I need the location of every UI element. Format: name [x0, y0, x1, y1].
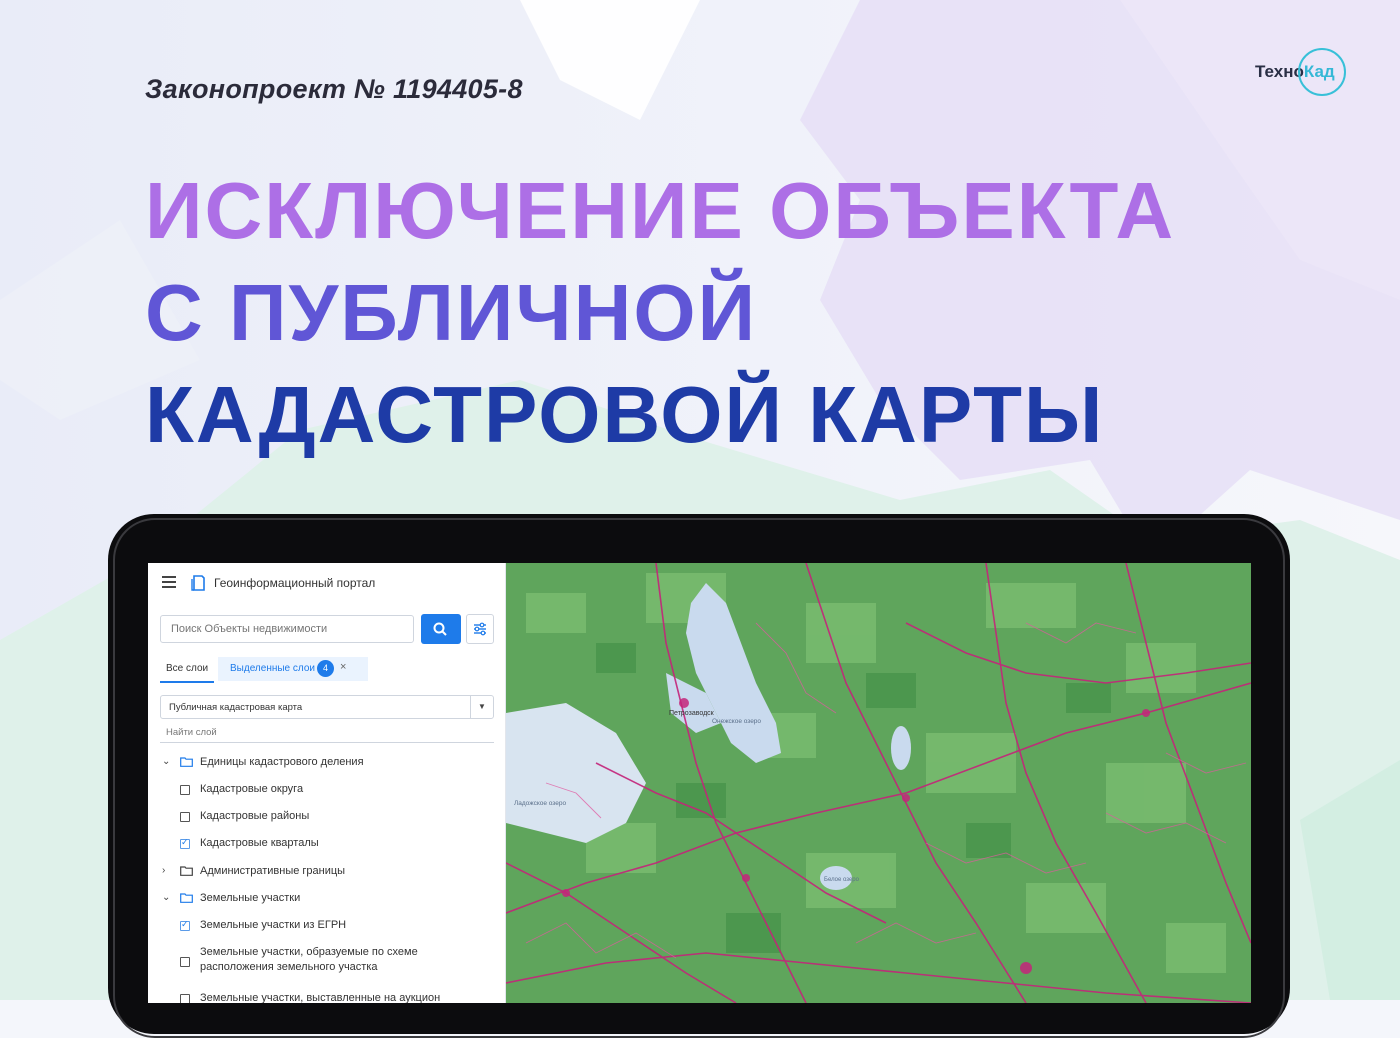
map-label-lake-onega: Онежское озеро	[712, 718, 761, 725]
brand-logo: ТехноКад	[1252, 48, 1352, 98]
portal-header: Геоинформационный портал	[148, 563, 505, 603]
map-label-lake-ladoga: Ладожское озеро	[514, 800, 566, 807]
layer-tabs: Все слои Выделенные слои 4 ×	[160, 657, 505, 683]
tree-label-line-2: расположения земельного участка	[200, 961, 378, 973]
tree-layer-plots-scheme[interactable]: Земельные участки, образуемые по схеме р…	[148, 945, 505, 979]
tree-label-line-1: Земельные участки, образуемые по схеме	[200, 946, 418, 958]
filter-button[interactable]	[466, 614, 494, 644]
folder-icon	[180, 866, 193, 876]
tree-label: Земельные участки	[200, 892, 301, 904]
logo-ring-icon	[1298, 48, 1346, 96]
bill-number: Законопроект № 1194405-8	[145, 74, 523, 104]
logo-text-part1: Техно	[1255, 62, 1304, 81]
checkbox[interactable]	[180, 994, 190, 1003]
headline-line-2: С ПУБЛИЧНОЙ	[145, 268, 758, 357]
search-input[interactable]	[160, 615, 414, 643]
tree-layer-plots-auction[interactable]: Земельные участки, выставленные на аукци…	[148, 989, 505, 1003]
search-button[interactable]	[421, 614, 461, 644]
folder-icon	[180, 893, 193, 903]
tree-label: Кадастровые кварталы	[200, 837, 319, 849]
tree-label: Кадастровые округа	[200, 783, 304, 795]
cadastral-map[interactable]: Петрозаводск Онежское озеро Ладожское оз…	[506, 563, 1251, 1003]
tab-selected-layers-label[interactable]: Выделенные слои	[230, 663, 315, 674]
tree-label: Земельные участки, выставленные на аукци…	[200, 992, 441, 1003]
map-canvas: Петрозаводск Онежское озеро Ладожское оз…	[506, 563, 1251, 1003]
chevron-down-icon[interactable]: ▼	[470, 696, 493, 718]
checkbox-checked[interactable]	[180, 837, 190, 849]
chevron-right-icon[interactable]: ›	[162, 865, 165, 876]
tree-label: Административные границы	[200, 865, 346, 877]
filter-sliders-icon	[474, 622, 486, 636]
close-icon[interactable]: ×	[340, 661, 346, 673]
tree-group-admin-borders[interactable]: › Административные границы	[148, 862, 505, 884]
checkbox[interactable]	[180, 957, 190, 967]
search-icon	[433, 622, 447, 636]
tree-layer-plots-egrn[interactable]: Земельные участки из ЕГРН	[148, 916, 505, 938]
checkbox-checked[interactable]	[180, 919, 190, 931]
headline-line-3: КАДАСТРОВОЙ КАРТЫ	[145, 370, 1105, 459]
tree-label: Земельные участки из ЕГРН	[200, 919, 347, 931]
tree-layer-cadastral-districts[interactable]: Кадастровые округа	[148, 780, 505, 802]
layer-search-input[interactable]: Найти слой	[160, 727, 494, 743]
portal-title: Геоинформационный портал	[214, 576, 376, 590]
selected-count-badge: 4	[317, 660, 334, 677]
portal-logo-icon	[191, 575, 205, 591]
map-label-city: Петрозаводск	[669, 710, 715, 717]
headline-line-1: ИСКЛЮЧЕНИЕ ОБЪЕКТА	[145, 166, 1176, 255]
tab-all-layers[interactable]: Все слои	[166, 663, 208, 674]
basemap-select[interactable]: Публичная кадастровая карта ▼	[160, 695, 494, 719]
folder-icon	[180, 757, 193, 767]
basemap-select-value: Публичная кадастровая карта	[169, 702, 303, 713]
tree-group-land-plots[interactable]: ⌄ Земельные участки	[148, 889, 505, 911]
tree-group-cadastral-division[interactable]: ⌄ Единицы кадастрового деления	[148, 753, 505, 775]
tree-label: Кадастровые районы	[200, 810, 310, 822]
headline: ИСКЛЮЧЕНИЕ ОБЪЕКТА С ПУБЛИЧНОЙ КАДАСТРОВ…	[145, 160, 1175, 466]
checkbox[interactable]	[180, 785, 190, 795]
tree-layer-cadastral-regions[interactable]: Кадастровые районы	[148, 807, 505, 829]
checkbox[interactable]	[180, 812, 190, 822]
tree-label: Единицы кадастрового деления	[200, 756, 364, 768]
chevron-down-icon[interactable]: ⌄	[162, 756, 170, 767]
tree-layer-cadastral-quarters[interactable]: Кадастровые кварталы	[148, 834, 505, 856]
tab-active-indicator	[160, 681, 214, 683]
chevron-down-icon[interactable]: ⌄	[162, 892, 170, 903]
laptop-screen: Геоинформационный портал Все слои Выд	[148, 563, 1251, 1003]
map-label-lake-beloe: Белое озеро	[824, 877, 860, 883]
hamburger-icon[interactable]	[162, 576, 176, 588]
layers-panel: Геоинформационный портал Все слои Выд	[148, 563, 506, 1003]
